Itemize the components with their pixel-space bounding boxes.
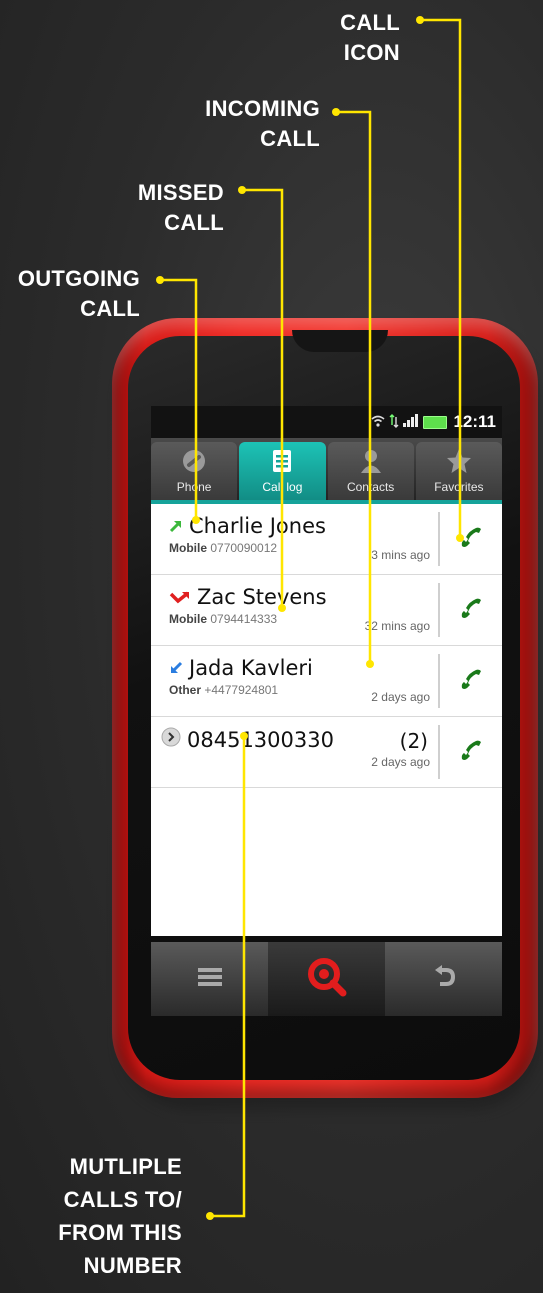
contact-name: Jada Kavleri: [189, 656, 313, 680]
call-button[interactable]: [438, 725, 502, 779]
callout-dot: [416, 16, 424, 24]
call-time: 2 days ago: [371, 690, 430, 704]
callout-line: INCOMING: [205, 96, 320, 121]
callout-line: OUTGOING: [17, 266, 140, 291]
callout-dot: [206, 1212, 214, 1220]
phone-number-title: 08451300330: [187, 727, 334, 752]
signal-icon: [403, 414, 419, 430]
contact-name: Zac Stevens: [197, 585, 327, 609]
tab-contacts[interactable]: Contacts: [327, 442, 414, 500]
phone-number: 0794414333: [210, 612, 278, 626]
wifi-icon: [371, 415, 385, 430]
number-type: Mobile: [169, 541, 207, 555]
callout-line: CALL: [260, 126, 320, 151]
callout-multiple-calls: MUTLIPLE CALLS TO/ FROM THIS NUMBER: [20, 1150, 182, 1282]
call-log-row[interactable]: Zac Stevens Mobile 0794414333 32 mins ag…: [151, 575, 502, 646]
call-log-entry: Zac Stevens Mobile 0794414333 32 mins ag…: [151, 575, 438, 645]
tab-label: Call log: [262, 480, 303, 494]
phone-number: 0770090012: [210, 541, 278, 555]
status-bar: 12:11: [151, 406, 502, 438]
call-button[interactable]: [438, 654, 502, 708]
menu-button[interactable]: [151, 942, 268, 1016]
callout-line: MUTLIPLE: [69, 1154, 182, 1179]
back-button[interactable]: [385, 942, 502, 1016]
number-type: Other: [169, 683, 202, 697]
phone-handset-icon: [458, 595, 484, 626]
outgoing-arrow-icon: [169, 514, 183, 538]
chevron-right-icon[interactable]: [161, 727, 181, 752]
incoming-arrow-icon: [169, 656, 183, 680]
back-arrow-icon: [431, 964, 457, 995]
tab-bar: Phone Call log Contacts Favorites: [151, 438, 502, 504]
search-button[interactable]: [268, 942, 385, 1016]
tab-label: Favorites: [434, 480, 484, 494]
callout-line: CALLS TO/: [63, 1187, 182, 1212]
call-log-row[interactable]: 08451300330 (2) 2 days ago: [151, 717, 502, 788]
callout-missed-call: MISSED CALL: [100, 178, 224, 238]
phone-handset-icon: [458, 666, 484, 697]
callout-line: CALL: [164, 210, 224, 235]
tab-call-log[interactable]: Call log: [239, 442, 326, 500]
callout-line: MISSED: [137, 180, 224, 205]
data-transfer-icon: [389, 413, 399, 431]
tab-label: Phone: [176, 480, 212, 494]
star-icon: [446, 448, 472, 474]
callout-dot: [332, 108, 340, 116]
tab-label: Contacts: [346, 480, 395, 494]
phone-handset-icon: [458, 737, 484, 768]
phone-earpiece: [292, 330, 388, 352]
call-count: (2): [399, 729, 428, 753]
call-log-entry: Charlie Jones Mobile 0770090012 3 mins a…: [151, 504, 438, 574]
callout-incoming-call: INCOMING CALL: [170, 94, 320, 154]
call-log-entry: Jada Kavleri Other +4477924801 2 days ag…: [151, 646, 438, 716]
contact-name: Charlie Jones: [189, 514, 326, 538]
status-icons: [371, 413, 448, 431]
callout-line: CALL: [340, 10, 400, 35]
call-time: 32 mins ago: [364, 619, 430, 633]
call-log-entry: 08451300330 (2) 2 days ago: [151, 717, 438, 787]
call-log-row[interactable]: Jada Kavleri Other +4477924801 2 days ag…: [151, 646, 502, 717]
phone-screen: 12:11 Phone Call log Contacts Favorites: [151, 406, 502, 936]
navigation-bar: [151, 942, 502, 1016]
call-log-icon: [269, 448, 295, 474]
call-button[interactable]: [438, 583, 502, 637]
tab-favorites[interactable]: Favorites: [415, 442, 502, 500]
tab-phone[interactable]: Phone: [151, 442, 238, 500]
missed-call-icon: [169, 585, 191, 609]
contacts-icon: [358, 448, 384, 474]
callout-outgoing-call: OUTGOING CALL: [0, 264, 140, 324]
callout-dot: [156, 276, 164, 284]
callout-dot: [238, 186, 246, 194]
battery-icon: [423, 415, 448, 429]
menu-icon: [196, 965, 224, 994]
phone-handset-icon: [458, 524, 484, 555]
phone-number: +4477924801: [204, 683, 279, 697]
phone-dial-icon: [181, 448, 207, 474]
call-log-row[interactable]: Charlie Jones Mobile 0770090012 3 mins a…: [151, 504, 502, 575]
callout-line: NUMBER: [83, 1253, 182, 1278]
callout-call-icon: CALL ICON: [300, 8, 400, 68]
search-icon: [305, 955, 349, 1004]
callout-line: CALL: [80, 296, 140, 321]
call-time: 3 mins ago: [371, 548, 430, 562]
status-time: 12:11: [453, 412, 496, 431]
call-button[interactable]: [438, 512, 502, 566]
number-type: Mobile: [169, 612, 207, 626]
callout-line: ICON: [343, 40, 400, 65]
callout-line: FROM THIS: [58, 1220, 182, 1245]
call-time: 2 days ago: [371, 755, 430, 769]
